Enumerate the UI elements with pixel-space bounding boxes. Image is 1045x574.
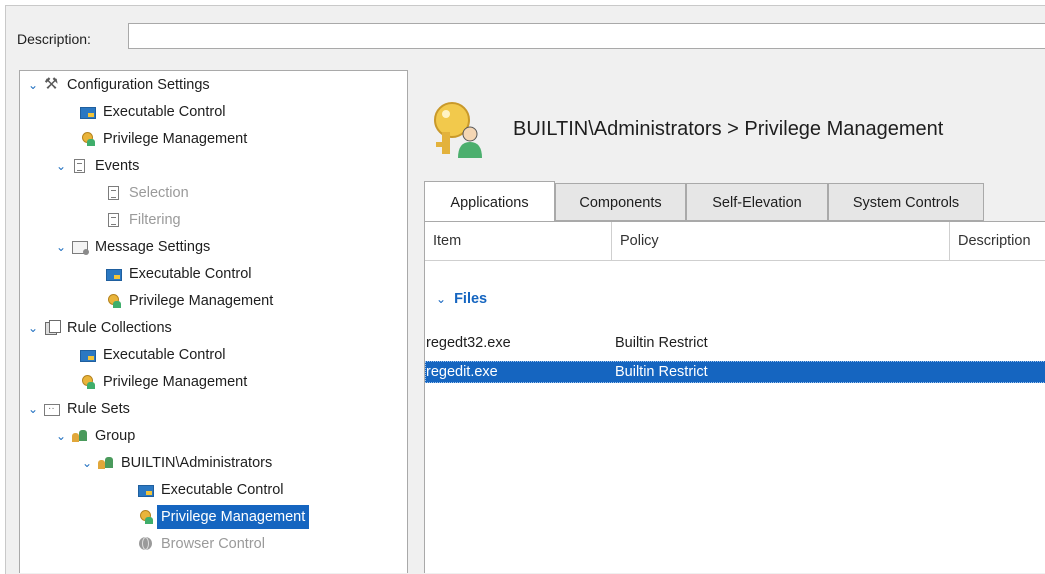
item-cell: regedit.exe	[426, 364, 498, 380]
policy-cell: Builtin Restrict	[615, 364, 708, 380]
navigation-tree[interactable]: ⌄ Configuration Settings Executable Cont…	[19, 70, 408, 573]
tree-item-filtering[interactable]: Filtering	[106, 208, 181, 232]
privilege-management-icon	[138, 509, 154, 525]
chevron-down-icon[interactable]: ⌄	[54, 424, 68, 448]
tree-item-browser-control[interactable]: Browser Control	[138, 532, 265, 556]
executable-control-icon	[80, 350, 96, 362]
column-header-policy[interactable]: Policy	[612, 222, 950, 261]
tab-applications[interactable]: Applications	[424, 181, 555, 221]
applications-grid[interactable]: Item Policy Description ⌄ Files regedt32.…	[424, 221, 1045, 573]
tree-item-configuration-settings[interactable]: ⌄ Configuration Settings	[26, 73, 210, 97]
document-icon	[108, 213, 119, 227]
group-icon	[98, 455, 114, 471]
description-input[interactable]	[128, 23, 1045, 49]
tree-item-selection[interactable]: Selection	[106, 181, 189, 205]
tree-item-executable-control[interactable]: Executable Control	[80, 343, 226, 367]
message-settings-icon	[72, 240, 89, 255]
column-header-description[interactable]: Description	[950, 222, 1045, 261]
privilege-management-icon	[106, 293, 122, 309]
tree-item-privilege-management[interactable]: Privilege Management	[80, 370, 247, 394]
rule-collections-icon	[44, 320, 61, 336]
tree-item-executable-control[interactable]: Executable Control	[80, 100, 226, 124]
tree-item-group[interactable]: ⌄ Group	[54, 424, 135, 448]
column-header-item[interactable]: Item	[425, 222, 612, 261]
privilege-management-icon	[80, 374, 96, 390]
tab-system-controls[interactable]: System Controls	[828, 183, 984, 221]
chevron-down-icon[interactable]: ⌄	[26, 73, 40, 97]
executable-control-icon	[106, 269, 122, 281]
tree-item-privilege-management[interactable]: Privilege Management	[80, 127, 247, 151]
tree-item-rule-collections[interactable]: ⌄ Rule Collections	[26, 316, 172, 340]
tab-self-elevation[interactable]: Self-Elevation	[686, 183, 828, 221]
events-icon	[74, 159, 85, 173]
document-icon	[108, 186, 119, 200]
group-icon	[72, 428, 88, 444]
policy-cell: Builtin Restrict	[615, 335, 708, 351]
privilege-management-icon	[80, 131, 96, 147]
tab-components[interactable]: Components	[555, 183, 686, 221]
executable-control-icon	[138, 485, 154, 497]
tree-item-privilege-management-selected[interactable]: Privilege Management	[138, 505, 310, 529]
chevron-down-icon[interactable]: ⌄	[54, 154, 68, 178]
executable-control-icon	[80, 107, 96, 119]
tree-item-message-settings[interactable]: ⌄ Message Settings	[54, 235, 210, 259]
tree-item-builtin-administrators[interactable]: ⌄ BUILTIN\Administrators	[80, 451, 272, 475]
table-row[interactable]: regedt32.exe Builtin Restrict	[425, 332, 1045, 354]
rule-sets-icon	[44, 397, 60, 421]
page-title: BUILTIN\Administrators > Privilege Manag…	[513, 118, 944, 140]
chevron-down-icon[interactable]: ⌄	[26, 316, 40, 340]
group-row-files[interactable]: ⌄ Files	[425, 288, 487, 310]
tree-item-rule-sets[interactable]: ⌄ Rule Sets	[26, 397, 130, 421]
chevron-down-icon[interactable]: ⌄	[436, 292, 446, 306]
tree-item-events[interactable]: ⌄ Events	[54, 154, 139, 178]
privilege-management-large-icon	[434, 102, 482, 158]
item-cell: regedt32.exe	[426, 335, 511, 351]
browser-control-icon	[138, 536, 154, 552]
tree-item-privilege-management[interactable]: Privilege Management	[106, 289, 273, 313]
chevron-down-icon[interactable]: ⌄	[80, 451, 94, 475]
table-row-selected[interactable]: regedit.exe Builtin Restrict	[425, 361, 1045, 383]
description-label: Description:	[17, 31, 91, 47]
tools-icon	[44, 73, 60, 97]
chevron-down-icon[interactable]: ⌄	[54, 235, 68, 259]
tree-item-executable-control[interactable]: Executable Control	[106, 262, 252, 286]
tree-item-executable-control[interactable]: Executable Control	[138, 478, 284, 502]
chevron-down-icon[interactable]: ⌄	[26, 397, 40, 421]
